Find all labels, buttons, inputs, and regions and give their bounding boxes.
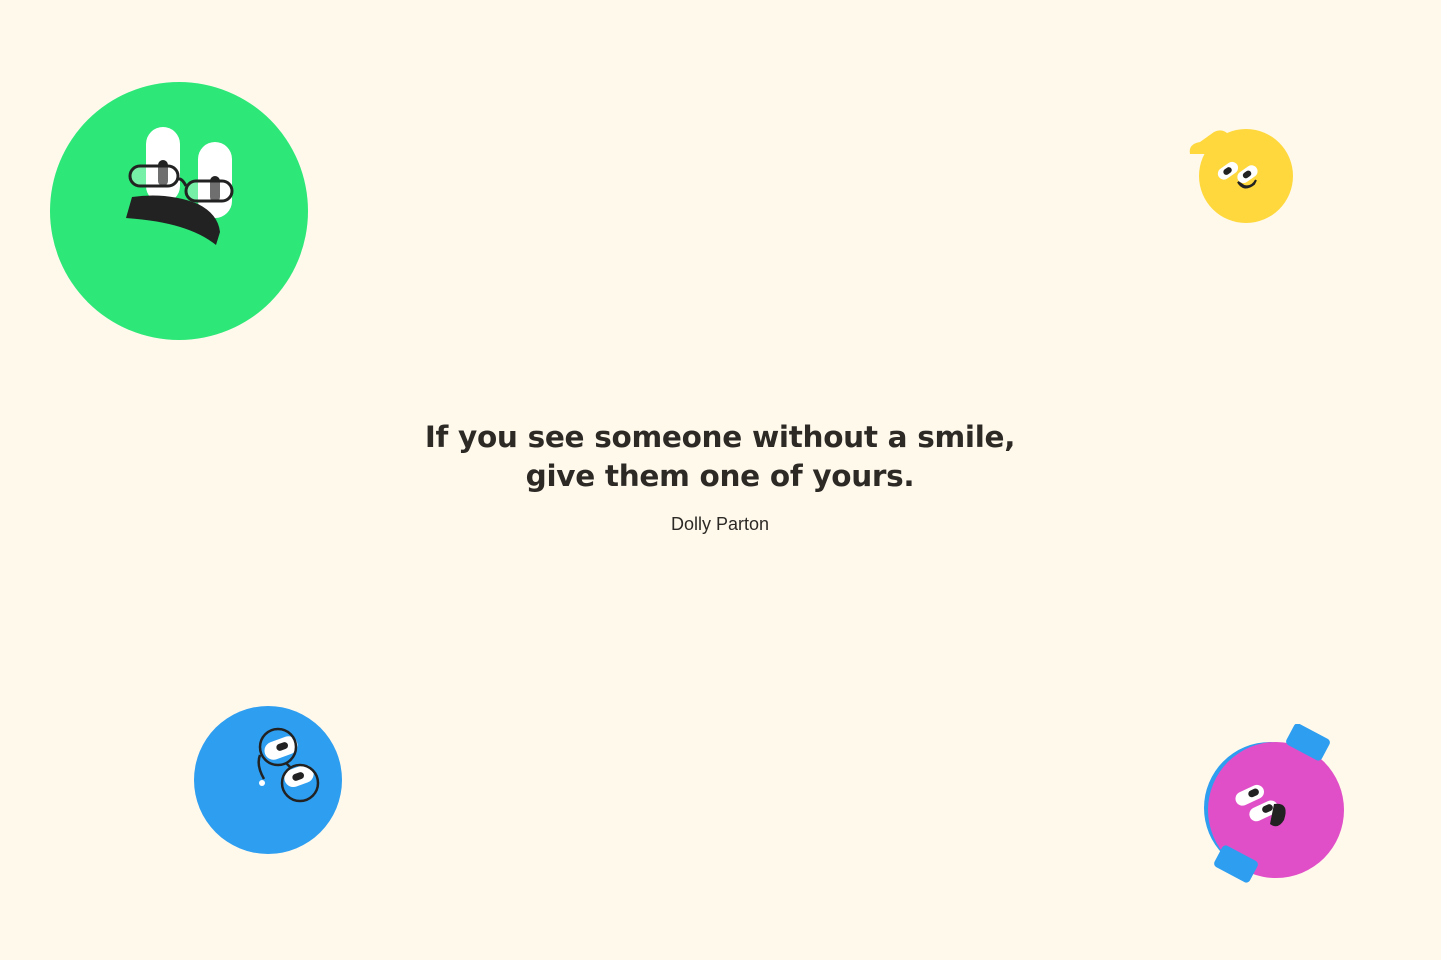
- yellow-face-character: [1189, 129, 1293, 223]
- green-face-character: [50, 82, 308, 340]
- pink-face-character: [1204, 724, 1344, 883]
- blue-face-character: [194, 706, 342, 854]
- quote-block: If you see someone without a smile, give…: [320, 418, 1120, 535]
- blue-face-body: [194, 706, 342, 854]
- blue-face-highlight: [259, 780, 265, 786]
- quote-text: If you see someone without a smile, give…: [320, 418, 1120, 496]
- quote-author: Dolly Parton: [670, 514, 770, 534]
- quote-line-2: give them one of yours.: [525, 459, 915, 493]
- quote-line-1: If you see someone without a smile,: [424, 420, 1016, 454]
